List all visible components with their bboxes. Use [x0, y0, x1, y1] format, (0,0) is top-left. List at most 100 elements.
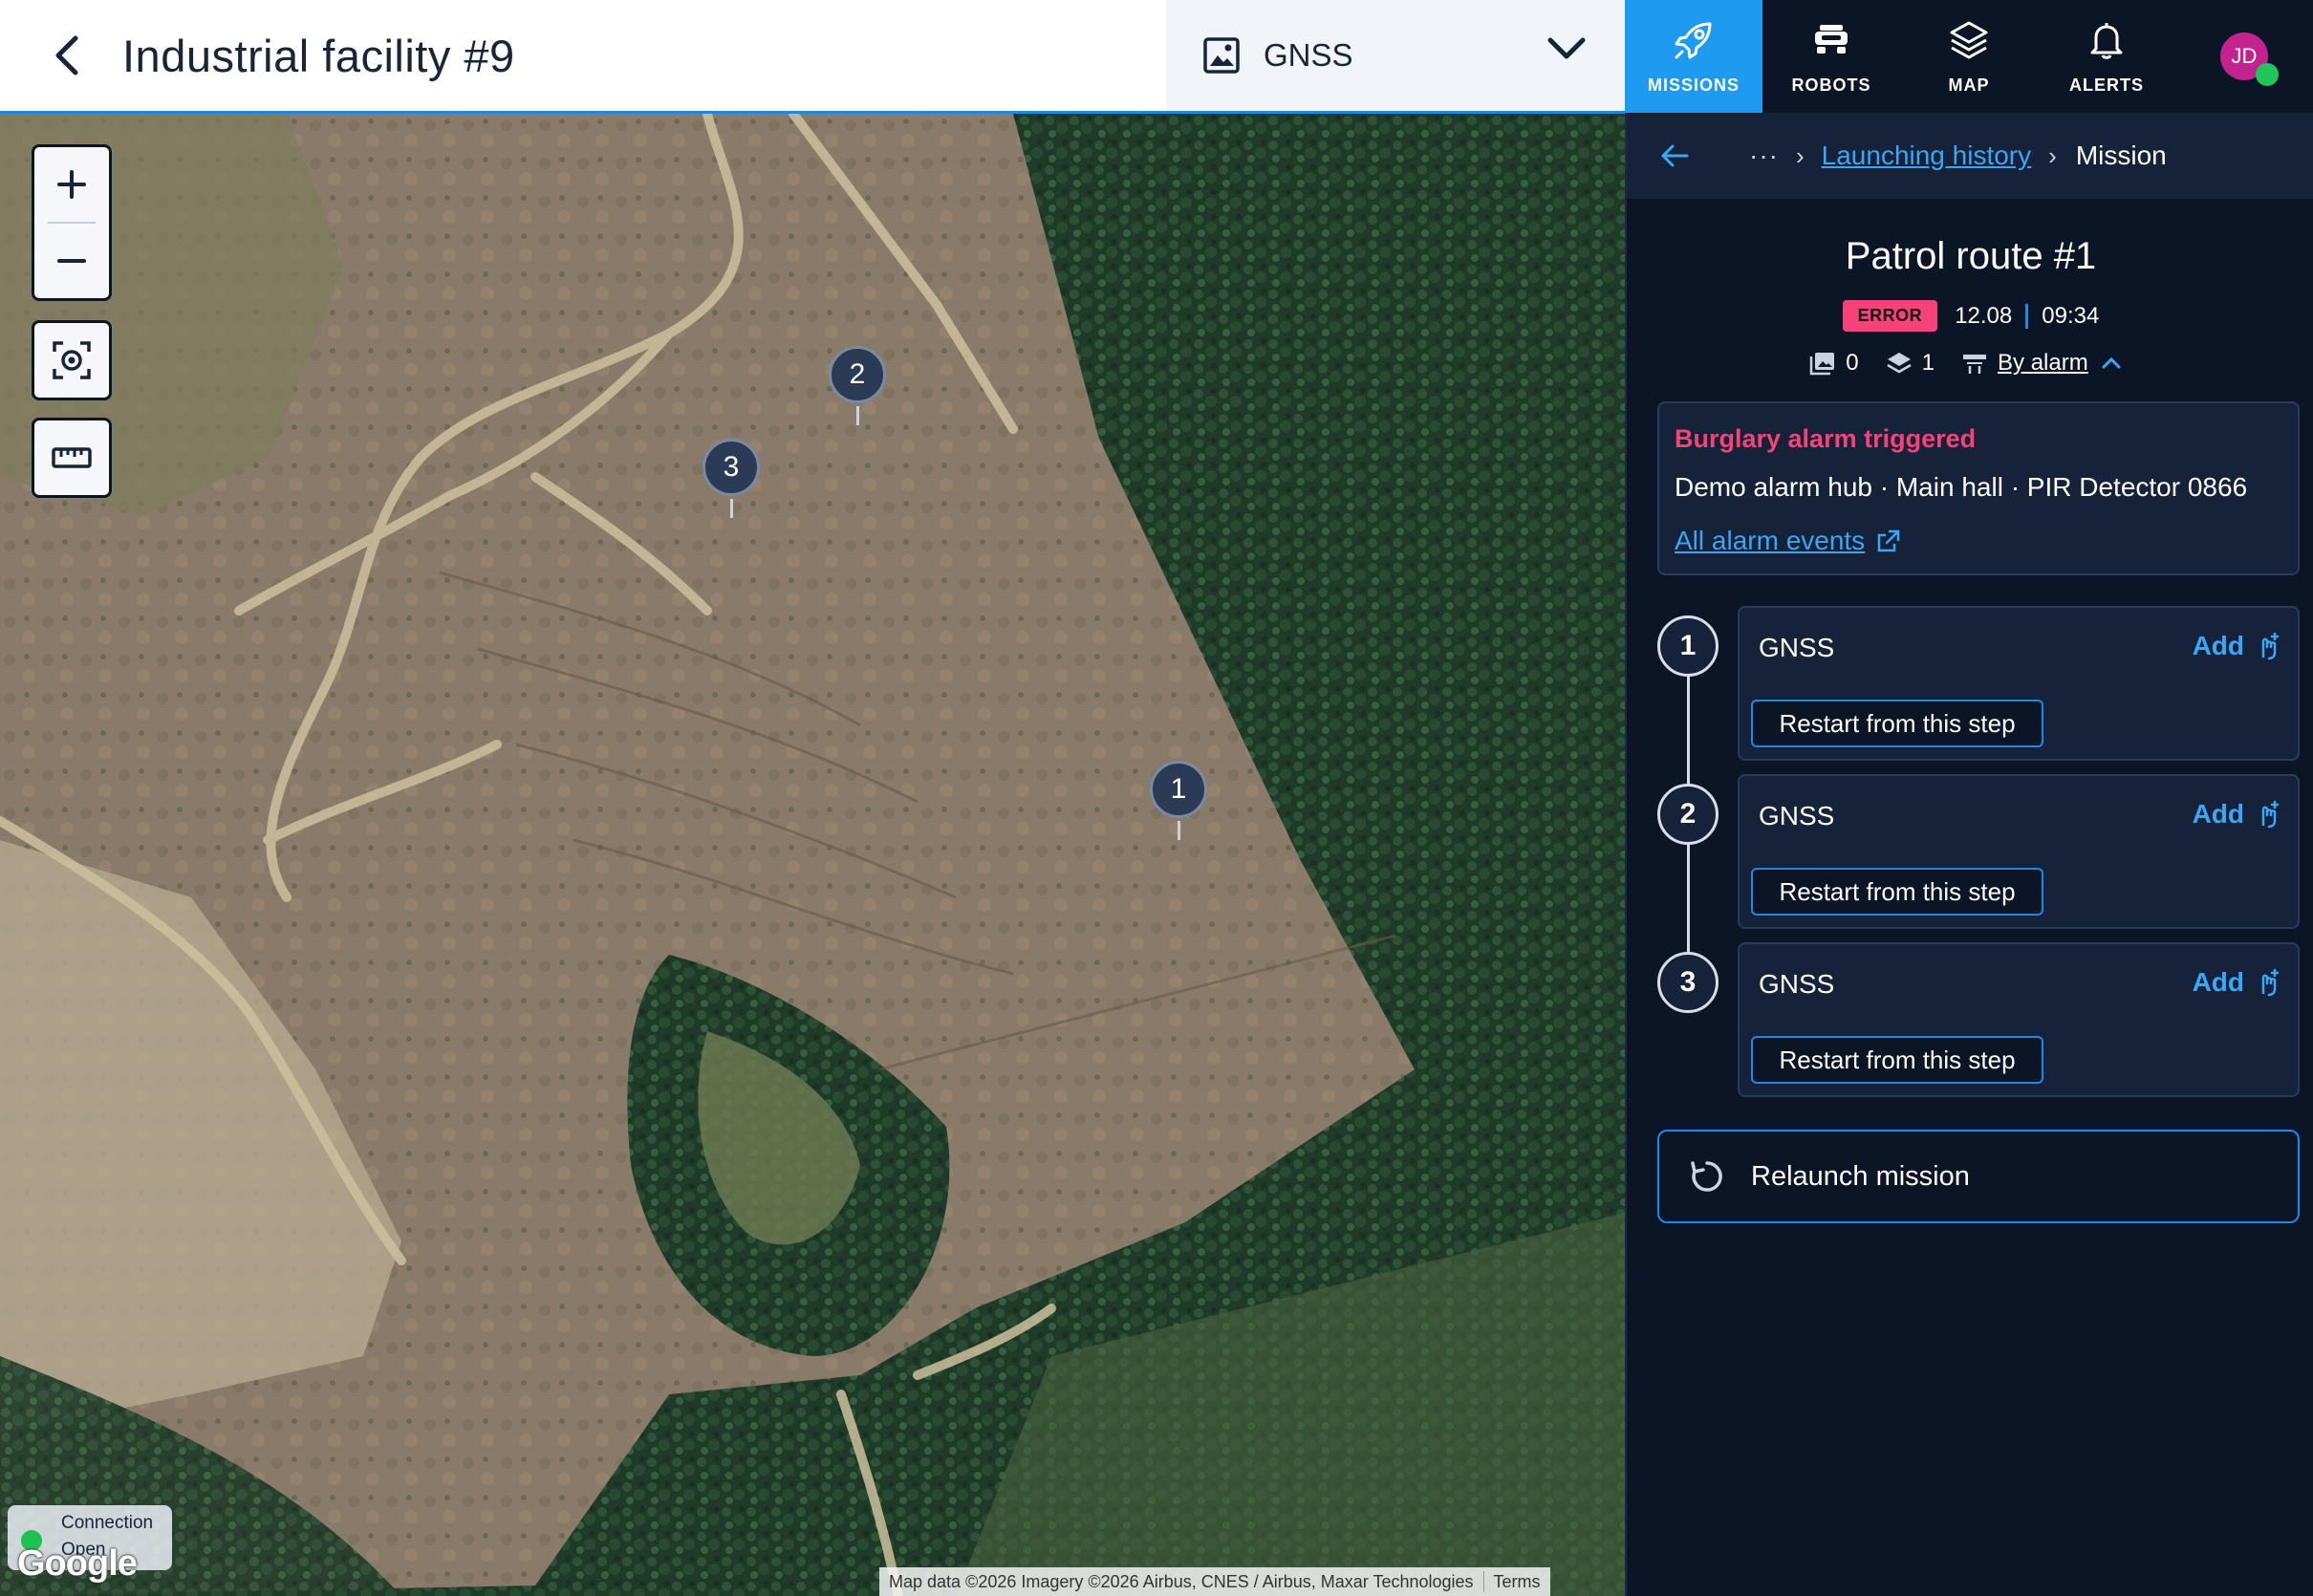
user-menu[interactable]: JD — [2175, 0, 2313, 113]
nav-map[interactable]: MAP — [1900, 0, 2038, 113]
all-alarm-events-link[interactable]: All alarm events — [1675, 526, 1901, 556]
nav-alerts[interactable]: ALERTS — [2038, 0, 2175, 113]
nav-robots[interactable]: ROBOTS — [1762, 0, 1900, 113]
restart-step-button[interactable]: Restart from this step — [1751, 868, 2043, 916]
step-connector — [1687, 673, 1690, 784]
nav-missions-label: MISSIONS — [1647, 75, 1740, 95]
title-area: Industrial facility #9 — [0, 0, 1166, 111]
step-connector — [1687, 841, 1690, 952]
step-card-2: GNSS Add Restart from this step — [1738, 774, 2300, 929]
mission-stats: 0 1 By alarm — [1627, 350, 2313, 377]
step-card-3: GNSS Add Restart from this step — [1738, 942, 2300, 1097]
restart-step-button[interactable]: Restart from this step — [1751, 700, 2043, 747]
nav-robots-label: ROBOTS — [1791, 75, 1871, 95]
step-name: GNSS — [1759, 969, 1835, 999]
meta-divider — [2025, 303, 2029, 329]
back-button[interactable] — [38, 27, 96, 84]
terms-link[interactable]: Terms — [1484, 1572, 1550, 1592]
measure-button[interactable] — [32, 418, 112, 498]
zoom-out-button[interactable] — [34, 224, 109, 298]
chevron-down-icon — [1547, 37, 1586, 59]
map-layer-value: GNSS — [1264, 37, 1353, 73]
status-badge: ERROR — [1842, 300, 1938, 332]
alarm-siren-icon — [1963, 355, 1987, 374]
mission-title: Patrol route #1 — [1845, 235, 2097, 277]
chevron-up-icon — [2102, 356, 2121, 369]
map-view[interactable]: 1 2 3 Connection Open Google Map data ©2… — [0, 114, 1625, 1596]
chevron-right-icon: › — [1795, 140, 1805, 170]
focus-target-icon — [53, 341, 91, 379]
page-title: Industrial facility #9 — [122, 30, 515, 81]
relaunch-mission-button[interactable]: Relaunch mission — [1657, 1130, 2300, 1223]
step-name: GNSS — [1759, 633, 1835, 662]
breadcrumb: ··· › Launching history › Mission — [1627, 113, 2313, 199]
mission-date: 12.08 — [1955, 302, 2013, 329]
layers-icon — [1950, 21, 1988, 58]
add-action-icon — [2261, 968, 2280, 997]
step-add-label: Add — [2192, 967, 2244, 997]
connection-label: Connection — [61, 1513, 154, 1533]
map-layer-select[interactable]: GNSS — [1166, 0, 1625, 111]
ruler-icon — [52, 447, 92, 468]
images-count: 0 — [1846, 350, 1859, 376]
alarm-card: Burglary alarm triggered Demo alarm hub … — [1657, 401, 2300, 575]
step-card-1: GNSS Add Restart from this step — [1738, 606, 2300, 761]
add-action-icon — [2261, 800, 2280, 829]
trigger-stat[interactable]: By alarm — [1961, 350, 2132, 377]
breadcrumb-ellipsis[interactable]: ··· — [1749, 140, 1779, 171]
breadcrumb-launching-history[interactable]: Launching history — [1822, 140, 2031, 171]
map-marker-1[interactable]: 1 — [1150, 761, 1207, 840]
image-icon — [1203, 37, 1240, 74]
recenter-button[interactable] — [32, 320, 112, 400]
layers-stat: 1 — [1886, 350, 1935, 377]
map-marker-3[interactable]: 3 — [703, 439, 760, 518]
attribution-text: Map data ©2026 Imagery ©2026 Airbus, CNE… — [889, 1571, 1474, 1591]
nav-missions[interactable]: MISSIONS — [1625, 0, 1762, 113]
step-add-button[interactable]: Add — [2193, 799, 2281, 830]
mission-panel: ··· › Launching history › Mission Patrol… — [1625, 113, 2313, 1596]
trigger-link[interactable]: By alarm — [1998, 350, 2088, 377]
restart-step-button[interactable]: Restart from this step — [1751, 1036, 2043, 1084]
mission-time: 09:34 — [2042, 302, 2100, 329]
step-number-2: 2 — [1657, 784, 1719, 845]
images-stat: 0 — [1809, 350, 1859, 377]
alarm-title: Burglary alarm triggered — [1675, 424, 1977, 453]
chevron-left-icon — [55, 35, 78, 75]
add-action-icon — [2261, 632, 2280, 660]
step-add-button[interactable]: Add — [2193, 631, 2281, 661]
plus-icon — [57, 170, 86, 199]
arrow-left-icon — [1661, 144, 1689, 167]
step-add-label: Add — [2192, 631, 2244, 660]
satellite-imagery — [0, 114, 1625, 1596]
mission-meta: ERROR 12.08 09:34 — [1627, 300, 2313, 332]
minus-icon — [57, 258, 86, 263]
breadcrumb-current: Mission — [2075, 140, 2167, 170]
robot-icon — [1815, 24, 1848, 54]
step-add-label: Add — [2192, 799, 2244, 829]
rocket-icon — [1675, 22, 1712, 58]
step-add-button[interactable]: Add — [2193, 967, 2281, 998]
chevron-right-icon: › — [2048, 140, 2057, 170]
map-attribution: Map data ©2026 Imagery ©2026 Airbus, CNE… — [879, 1567, 1550, 1596]
step-name: GNSS — [1759, 801, 1835, 830]
relaunch-mission-label: Relaunch mission — [1751, 1160, 1970, 1192]
nav-map-label: MAP — [1948, 75, 1990, 95]
all-alarm-events-label: All alarm events — [1675, 526, 1866, 555]
external-link-icon — [1877, 529, 1900, 552]
step-number-3: 3 — [1657, 952, 1719, 1013]
nav-alerts-label: ALERTS — [2069, 75, 2144, 95]
step-number-1: 1 — [1657, 615, 1719, 677]
panel-back-button[interactable] — [1655, 137, 1694, 175]
zoom-in-button[interactable] — [34, 147, 109, 222]
layers-icon — [1887, 353, 1912, 374]
map-marker-2[interactable]: 2 — [829, 346, 886, 425]
main-nav: MISSIONS ROBOTS MAP ALERTS JD — [1625, 0, 2313, 113]
alarm-description: Demo alarm hub · Main hall · PIR Detecto… — [1675, 472, 2248, 502]
zoom-controls — [32, 144, 112, 301]
online-status-dot — [2256, 63, 2279, 86]
bell-icon — [2090, 22, 2123, 59]
images-icon — [1810, 353, 1835, 376]
layers-count: 1 — [1921, 350, 1935, 376]
refresh-icon — [1691, 1161, 1722, 1192]
google-logo: Google — [17, 1543, 138, 1584]
